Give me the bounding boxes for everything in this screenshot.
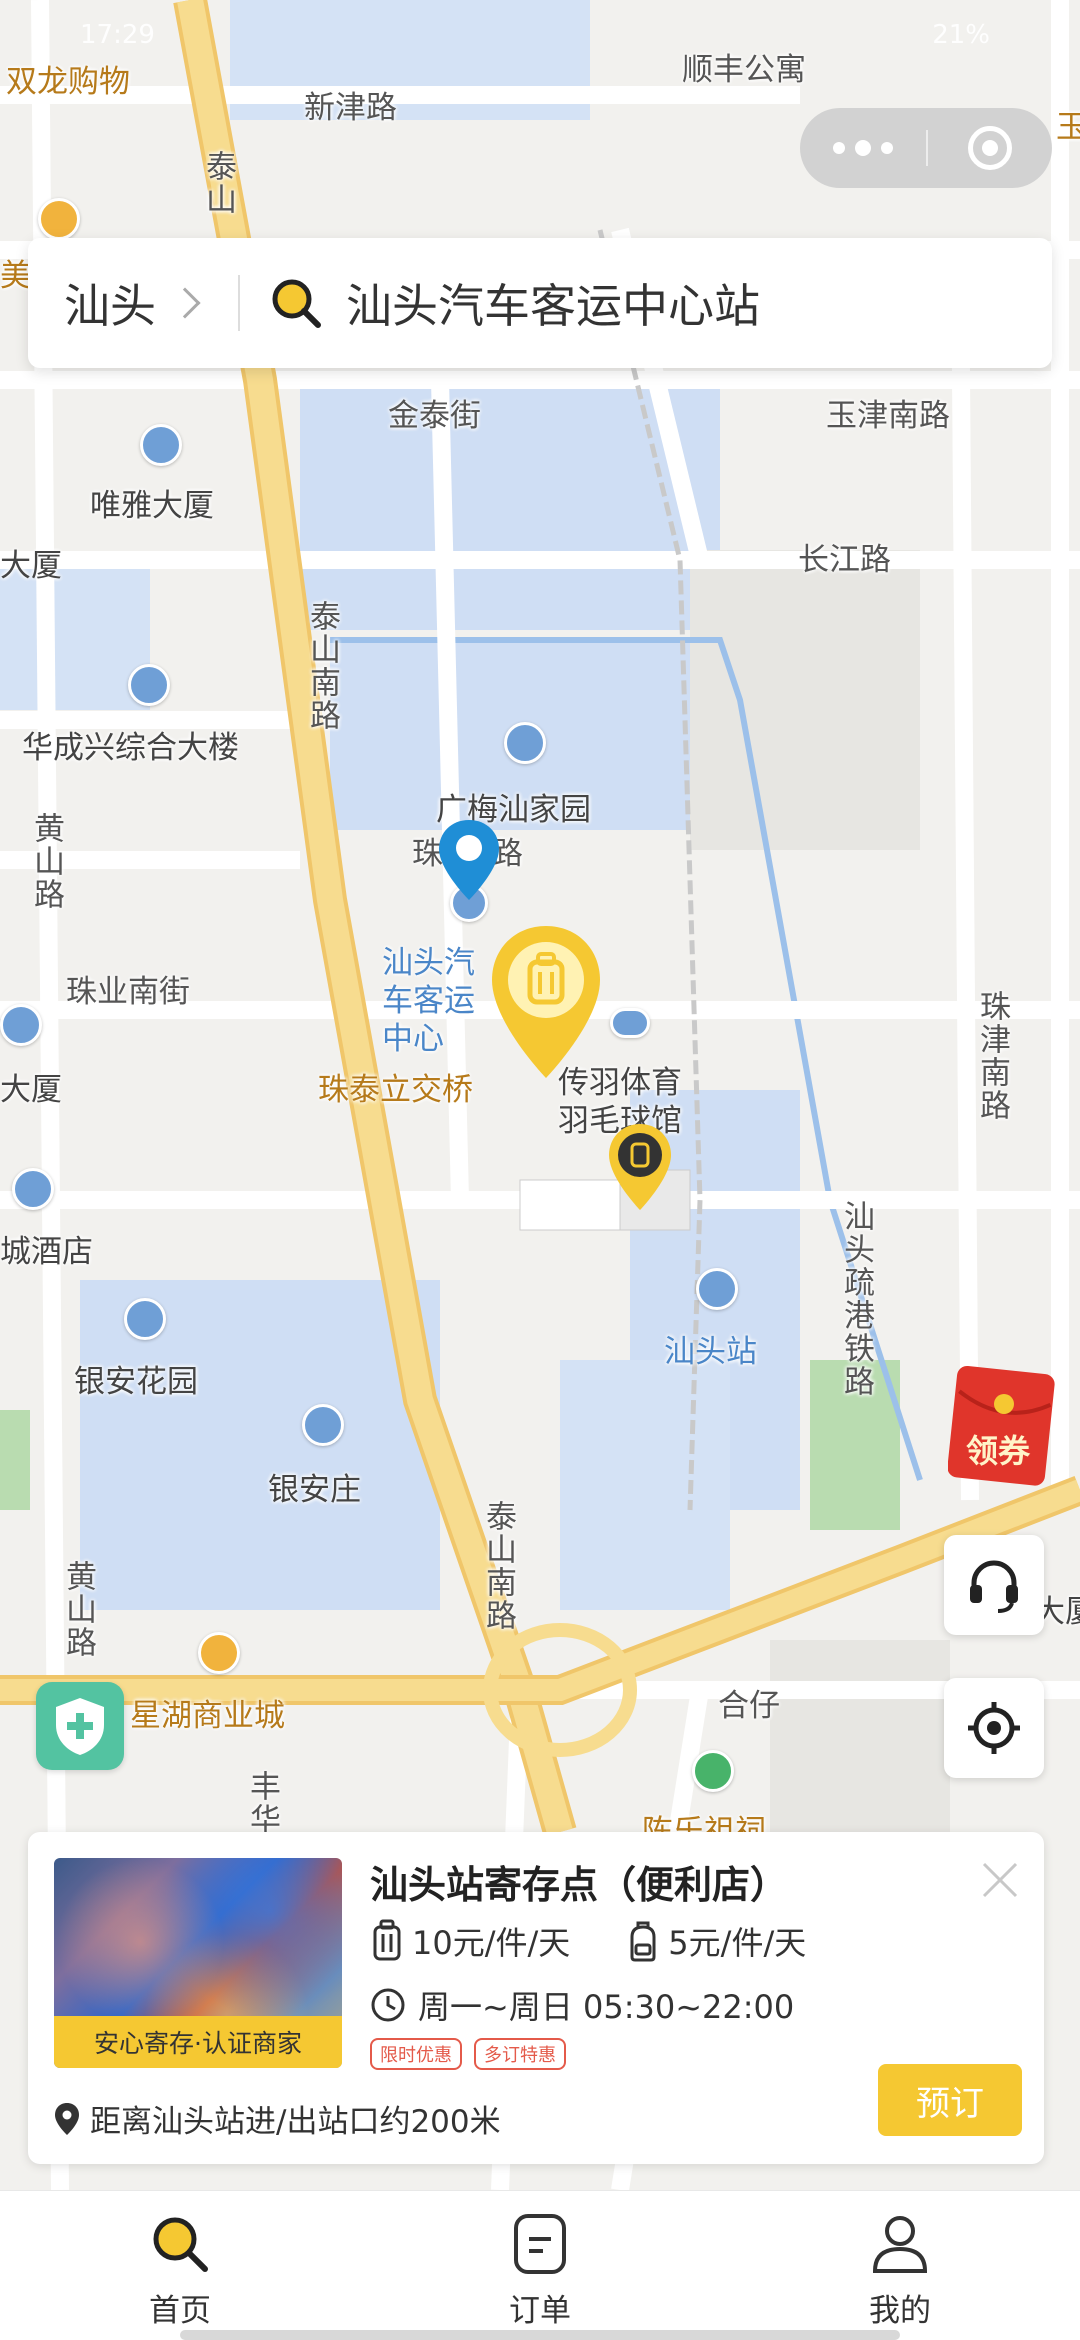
distance-text: 距离汕头站进/出站口约200米: [90, 2104, 501, 2140]
home-icon: [504, 722, 546, 764]
coupon-button[interactable]: 领券: [947, 1364, 1058, 1486]
building-icon: [140, 424, 182, 466]
home-icon: [124, 1298, 166, 1340]
map-label: 珠津南路: [974, 990, 1010, 1122]
train-icon: [696, 1268, 738, 1310]
city-label: 汕头: [64, 279, 156, 333]
tab-label: 我的: [869, 2293, 931, 2329]
status-time: 17:29: [80, 20, 155, 50]
opening-hours: 周一~周日 05:30~22:00: [418, 1988, 795, 2026]
book-button[interactable]: 预订: [878, 2064, 1022, 2136]
map-label: 银安庄: [268, 1472, 361, 1508]
map-label: 大厦: [0, 548, 62, 584]
map-label: 城酒店: [0, 1234, 93, 1270]
store-card[interactable]: 安心寄存·认证商家 汕头站寄存点（便利店） 10元/件/天 5元/件/天 周一~…: [28, 1832, 1044, 2164]
map-label: 丰华: [244, 1770, 280, 1836]
tab-home[interactable]: 首页: [0, 2191, 360, 2340]
home-icon: [302, 1404, 344, 1446]
clock-icon: [371, 1988, 405, 2022]
building-icon: [128, 664, 170, 706]
more-dots-icon[interactable]: [800, 108, 926, 188]
map-label: 金泰街: [388, 398, 481, 434]
map-label: 美: [0, 258, 31, 294]
city-selector[interactable]: 汕头: [28, 270, 238, 336]
location-pin-icon: [439, 820, 499, 900]
promo-tag: 限时优惠: [370, 2038, 462, 2070]
chevron-right-icon: [169, 287, 201, 319]
large-item-price: 10元/件/天: [412, 1924, 571, 1962]
close-ring-icon[interactable]: [928, 108, 1052, 188]
map-label: 银安花园: [74, 1364, 198, 1400]
locate-button[interactable]: [944, 1678, 1044, 1778]
backpack-icon: [630, 1921, 656, 1962]
tab-bar: 首页 订单 我的: [0, 2190, 1080, 2340]
profile-icon: [872, 2216, 928, 2273]
map-label: 唯雅大厦: [90, 488, 214, 524]
stadium-icon: [610, 1008, 650, 1038]
storage-marker-small-icon[interactable]: [606, 1122, 674, 1212]
location-pin-icon: [55, 2102, 79, 2135]
storage-marker-icon[interactable]: [488, 922, 604, 1082]
map-label: 玉津南路: [826, 398, 950, 434]
map-label: 新津路: [304, 90, 397, 126]
miniprogram-capsule: [800, 108, 1052, 188]
suitcase-icon: [373, 1919, 401, 1961]
close-icon[interactable]: [978, 1858, 1022, 1902]
safety-button[interactable]: [36, 1682, 124, 1770]
map-label: 黄山路: [28, 812, 64, 911]
hotel-icon: [12, 1168, 54, 1210]
map-label: 汕头汽车客运中心: [382, 945, 475, 1057]
search-bar[interactable]: 汕头 汕头汽车客运中心站: [28, 238, 1052, 368]
map-label: 汕头疏港铁路: [838, 1200, 874, 1398]
search-icon: [272, 279, 321, 328]
tab-label: 首页: [149, 2293, 211, 2329]
temple-icon: [692, 1750, 734, 1792]
building-icon: [0, 1004, 42, 1046]
map-label: 合仔: [718, 1688, 780, 1724]
store-name: 汕头站寄存点（便利店）: [370, 1863, 789, 1907]
shield-plus-icon: [56, 1698, 104, 1755]
search-divider: [238, 275, 240, 331]
tab-profile[interactable]: 我的: [720, 2191, 1080, 2340]
map-label: 泰山南路: [480, 1500, 516, 1632]
customer-service-button[interactable]: [944, 1535, 1044, 1635]
map-label: 汕头站: [664, 1334, 757, 1370]
distance-row: 距离汕头站进/出站口约200米: [54, 2096, 501, 2141]
status-bar: 17:29 21%: [0, 0, 1080, 70]
order-icon: [514, 2214, 566, 2274]
promo-tag: 多订特惠: [474, 2038, 566, 2070]
map-label: 泰山: [200, 150, 236, 216]
map-label: 泰山南路: [304, 600, 340, 732]
price-row: 10元/件/天 5元/件/天: [370, 1918, 806, 1964]
tab-orders[interactable]: 订单: [360, 2191, 720, 2340]
coupon-label: 领券: [966, 1432, 1031, 1470]
small-item-price: 5元/件/天: [668, 1924, 807, 1962]
headset-icon: [970, 1560, 1018, 1613]
map-label: 珠泰立交桥: [318, 1072, 473, 1108]
status-battery: 21%: [932, 20, 990, 50]
map-label: 黄山路: [60, 1560, 96, 1659]
map-label: 华成兴综合大楼: [22, 730, 239, 766]
home-indicator: [180, 2330, 900, 2340]
crosshair-icon: [968, 1702, 1020, 1754]
hours-row: 周一~周日 05:30~22:00: [370, 1982, 794, 2028]
promo-tags: 限时优惠 多订特惠: [370, 2038, 566, 2070]
tab-label: 订单: [509, 2293, 571, 2329]
map-label: 珠业南街: [66, 974, 190, 1010]
station-search-input[interactable]: 汕头汽车客运中心站: [346, 270, 760, 336]
certified-badge: 安心寄存·认证商家: [54, 2016, 342, 2068]
map-label: 长江路: [798, 542, 891, 578]
search-icon: [153, 2217, 208, 2272]
map-label: 星湖商业城: [130, 1698, 285, 1734]
shop-icon: [198, 1632, 240, 1674]
shop-icon: [38, 198, 80, 240]
map-label: 大厦: [0, 1072, 62, 1108]
